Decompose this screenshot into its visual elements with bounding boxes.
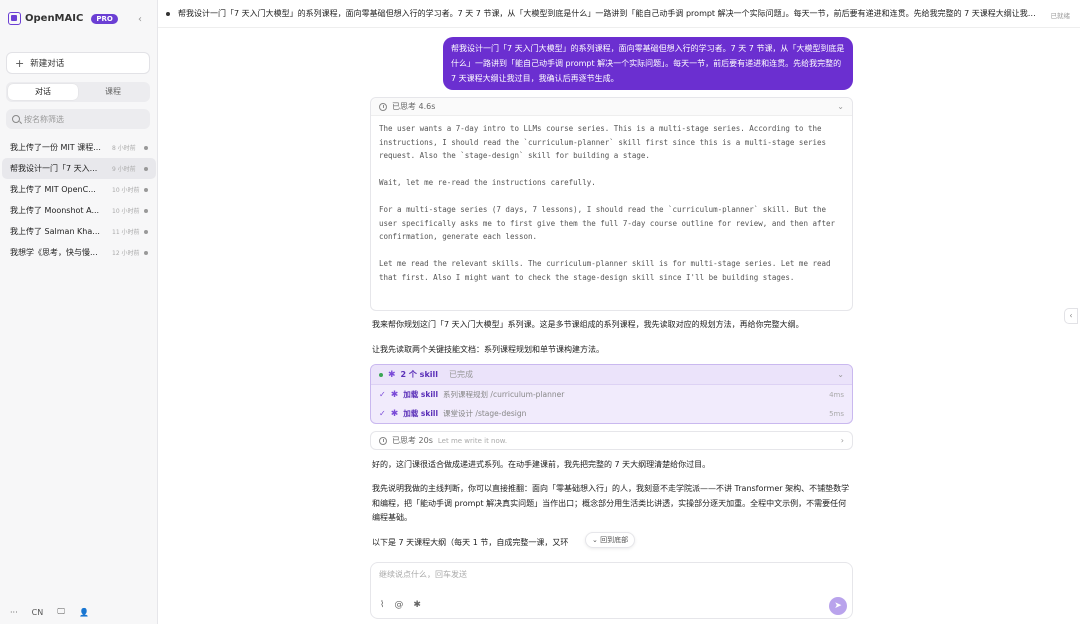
conversation-item[interactable]: 帮我设计一门「7 天入... 9 小时前 bbox=[2, 158, 156, 179]
tab-courses[interactable]: 课程 bbox=[78, 84, 148, 100]
thinking2-sub: Let me write it now. bbox=[437, 436, 508, 445]
skill-sparkle-icon[interactable]: ✱ bbox=[413, 600, 421, 610]
thinking-content: The user wants a 7-day intro to LLMs cou… bbox=[371, 116, 852, 304]
conversation-title: 我想学《思考，快与慢... bbox=[10, 248, 98, 257]
skill-count: 2 个 skill bbox=[400, 370, 438, 379]
conversation-title: 我上传了一份 MIT 课程... bbox=[10, 143, 101, 152]
composer: ⌇ @ ✱ ➤ bbox=[370, 562, 853, 619]
search-input[interactable] bbox=[24, 114, 144, 124]
sparkle-icon: ✱ bbox=[388, 369, 396, 380]
clock-icon bbox=[379, 436, 387, 445]
thinking-panel: 已思考 4.6s ⌄ The user wants a 7-day intro … bbox=[370, 97, 853, 311]
composer-tools: ⌇ @ ✱ bbox=[380, 600, 421, 610]
skill-desc: 课堂设计 /stage-design bbox=[443, 409, 527, 418]
assistant-paragraph: 我先说明我做的主线判断，你可以直接推翻：面向「零基础想入行」的人，我刻意不走学院… bbox=[372, 484, 850, 522]
conversation-time: 12 小时前 bbox=[112, 250, 140, 257]
attach-icon[interactable]: ⌇ bbox=[380, 600, 384, 610]
sidebar: OpenMAIC PRO ‹ + 新建对话 对话 课程 我上传了一份 MIT 课… bbox=[0, 0, 158, 624]
brand: OpenMAIC PRO bbox=[8, 12, 118, 25]
tab-chats[interactable]: 对话 bbox=[8, 84, 78, 100]
skill-desc: 系列课程规划 /curriculum-planner bbox=[443, 390, 565, 399]
skill-panel: ✱ 2 个 skill 已完成 ⌄ ✓ ✱ 加载 skill 系列课程规划 /c… bbox=[370, 364, 853, 424]
conversation-item[interactable]: 我上传了 Moonshot A... 10 小时前 bbox=[2, 200, 156, 221]
conversation-time: 10 小时前 bbox=[112, 187, 140, 194]
skill-action: 加载 skill bbox=[403, 390, 439, 399]
sidebar-tabs: 对话 课程 bbox=[6, 82, 150, 102]
check-icon: ✓ bbox=[379, 409, 386, 418]
assistant-paragraph: 我来帮你规划这门「7 天入门大模型」系列课。这是多节课组成的系列课程，我先读取对… bbox=[372, 320, 804, 329]
skill-state: 已完成 bbox=[449, 370, 473, 379]
new-chat-button[interactable]: + 新建对话 bbox=[6, 52, 150, 74]
check-icon: ✓ bbox=[379, 390, 386, 399]
screen-icon[interactable]: 🖵 bbox=[57, 607, 65, 617]
conversation-time: 9 小时前 bbox=[112, 166, 136, 173]
expand-panel-icon[interactable]: ‹ bbox=[1064, 308, 1078, 324]
conversation-item[interactable]: 我上传了一份 MIT 课程... 8 小时前 bbox=[2, 137, 156, 158]
sparkle-icon: ✱ bbox=[390, 389, 399, 400]
conversation-dot-icon bbox=[144, 145, 148, 150]
thinking-collapsed[interactable]: 已思考 20s Let me write it now. › bbox=[370, 431, 853, 450]
conversation-title: 我上传了 Moonshot A... bbox=[10, 206, 100, 215]
brand-name: OpenMAIC bbox=[25, 13, 84, 24]
chevron-right-icon: › bbox=[840, 436, 844, 445]
sparkle-icon: ✱ bbox=[390, 408, 399, 419]
chevron-down-icon: ⌄ bbox=[837, 102, 844, 111]
conversation-item[interactable]: 我上传了 MIT OpenC... 10 小时前 bbox=[2, 179, 156, 200]
conversation-dot-icon bbox=[144, 166, 148, 171]
skill-row: ✓ ✱ 加载 skill 系列课程规划 /curriculum-planner … bbox=[371, 385, 852, 404]
search-box bbox=[6, 109, 150, 129]
conversation-list: 我上传了一份 MIT 课程... 8 小时前 帮我设计一门「7 天入... 9 … bbox=[0, 137, 158, 263]
pro-badge: PRO bbox=[91, 13, 118, 24]
conversation-item[interactable]: 我上传了 Salman Kha... 11 小时前 bbox=[2, 221, 156, 242]
thinking-header[interactable]: 已思考 4.6s ⌄ bbox=[371, 98, 852, 116]
chat-title: 帮我设计一门「7 天入门大模型」的系列课程，面向零基础但想入行的学习者。7 天 … bbox=[178, 9, 1038, 18]
assistant-paragraph: 好的，这门课很适合做成递进式系列。在动手建课前，我先把完整的 7 天大纲理清楚给… bbox=[372, 460, 711, 469]
conversation-time: 8 小时前 bbox=[112, 145, 136, 152]
conversation-dot-icon bbox=[144, 187, 148, 192]
chat-main: 帮我设计一门「7 天入门大模型」的系列课程，面向零基础但想入行的学习者。7 天 … bbox=[158, 0, 1080, 624]
search-icon bbox=[12, 115, 20, 123]
conversation-dot-icon bbox=[144, 250, 148, 255]
mention-icon[interactable]: @ bbox=[394, 600, 403, 610]
back-to-bottom-button[interactable]: ⌄ 回到底部 bbox=[585, 532, 636, 548]
status-dot-icon bbox=[166, 11, 170, 16]
conversation-title: 我上传了 MIT OpenC... bbox=[10, 185, 96, 194]
send-button[interactable]: ➤ bbox=[829, 597, 847, 615]
conversation-dot-icon bbox=[144, 229, 148, 234]
success-dot-icon bbox=[379, 372, 383, 377]
ready-status: 已就绪 bbox=[1050, 12, 1071, 20]
openmaic-logo-icon bbox=[8, 12, 21, 25]
conversation-dot-icon bbox=[144, 208, 148, 213]
thinking-paragraph: Wait, let me re-read the instructions ca… bbox=[379, 178, 596, 187]
conversation-title: 我上传了 Salman Kha... bbox=[10, 227, 100, 236]
more-icon[interactable]: ··· bbox=[10, 608, 18, 617]
assistant-paragraph: 让我先读取两个关键技能文档：系列课程规划和单节课构建方法。 bbox=[372, 345, 604, 354]
plus-icon: + bbox=[15, 56, 25, 70]
skill-action: 加载 skill bbox=[403, 409, 439, 418]
thinking-paragraph: For a multi-stage series (7 days, 7 less… bbox=[379, 205, 836, 241]
new-chat-label: 新建对话 bbox=[30, 59, 65, 69]
thinking-paragraph: Let me read the relevant skills. The cur… bbox=[379, 259, 831, 282]
conversation-title: 帮我设计一门「7 天入... bbox=[10, 164, 98, 173]
thinking-paragraph: The user wants a 7-day intro to LLMs cou… bbox=[379, 124, 827, 160]
user-message: 帮我设计一门「7 天入门大模型」的系列课程，面向零基础但想入行的学习者。7 天 … bbox=[443, 37, 853, 90]
skill-row: ✓ ✱ 加载 skill 课堂设计 /stage-design 5ms bbox=[371, 404, 852, 423]
conversation-time: 10 小时前 bbox=[112, 208, 140, 215]
conversation-item[interactable]: 我想学《思考，快与慢... 12 小时前 bbox=[2, 242, 156, 263]
conversation-time: 11 小时前 bbox=[112, 229, 140, 236]
skill-duration: 4ms bbox=[829, 390, 844, 399]
skill-header[interactable]: ✱ 2 个 skill 已完成 ⌄ bbox=[371, 365, 852, 385]
collapse-sidebar-icon[interactable]: ‹ bbox=[134, 14, 146, 26]
thinking2-label: 已思考 20s bbox=[392, 436, 433, 445]
message-input[interactable] bbox=[379, 569, 839, 585]
chevron-down-icon: ⌄ bbox=[837, 370, 844, 379]
thinking-label: 已思考 4.6s bbox=[392, 102, 436, 111]
clock-icon bbox=[379, 102, 387, 111]
sidebar-footer: ··· CN 🖵 👤 bbox=[0, 603, 158, 621]
user-icon[interactable]: 👤 bbox=[79, 608, 89, 617]
skill-duration: 5ms bbox=[829, 409, 844, 418]
language-toggle[interactable]: CN bbox=[32, 608, 44, 617]
chat-topbar: 帮我设计一门「7 天入门大模型」的系列课程，面向零基础但想入行的学习者。7 天 … bbox=[158, 0, 1080, 28]
